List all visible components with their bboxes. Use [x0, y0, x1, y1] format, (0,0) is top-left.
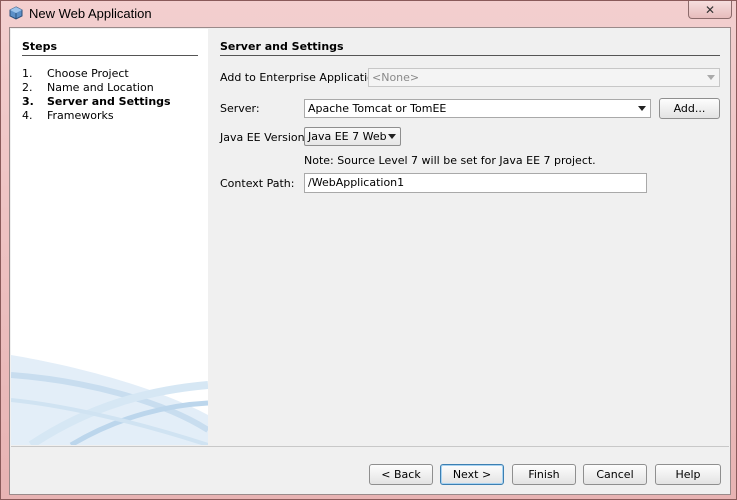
chevron-down-icon: [707, 75, 715, 80]
server-value: Apache Tomcat or TomEE: [308, 102, 447, 115]
step-label: Choose Project: [47, 67, 129, 80]
step-choose-project: 1. Choose Project: [22, 67, 171, 81]
add-server-button[interactable]: Add...: [659, 98, 720, 119]
enterprise-app-select[interactable]: <None>: [368, 68, 720, 87]
chevron-down-icon: [638, 106, 646, 111]
enterprise-app-label: Add to Enterprise Application:: [220, 71, 385, 84]
cancel-button[interactable]: Cancel: [583, 464, 647, 485]
step-label: Name and Location: [47, 81, 154, 94]
javaee-version-select[interactable]: Java EE 7 Web: [304, 127, 401, 146]
title-bar: New Web Application ✕: [1, 1, 737, 25]
panel-heading: Server and Settings: [220, 40, 344, 53]
help-button[interactable]: Help: [655, 464, 721, 485]
source-level-note: Note: Source Level 7 will be set for Jav…: [304, 154, 596, 167]
step-server-and-settings: 3. Server and Settings: [22, 95, 171, 109]
step-number: 2.: [22, 81, 33, 94]
context-path-input[interactable]: /WebApplication1: [304, 173, 647, 193]
next-button[interactable]: Next >: [440, 464, 504, 485]
enterprise-app-value: <None>: [372, 71, 420, 84]
close-button[interactable]: ✕: [688, 1, 732, 19]
chevron-down-icon: [388, 134, 396, 139]
steps-divider: [22, 55, 198, 56]
steps-list: 1. Choose Project 2. Name and Location 3…: [22, 67, 171, 123]
steps-heading: Steps: [22, 40, 58, 53]
close-icon: ✕: [704, 2, 716, 17]
back-button[interactable]: < Back: [369, 464, 433, 485]
dialog-client-area: Steps 1. Choose Project 2. Name and Loca…: [9, 27, 731, 495]
step-number: 1.: [22, 67, 33, 80]
decorative-swoosh: [11, 355, 208, 445]
step-label: Frameworks: [47, 109, 114, 122]
step-number: 4.: [22, 109, 33, 122]
step-name-and-location: 2. Name and Location: [22, 81, 171, 95]
server-label: Server:: [220, 102, 260, 115]
step-number: 3.: [22, 95, 34, 108]
dialog-window: New Web Application ✕ Steps 1. Choose Pr…: [0, 0, 737, 500]
netbeans-cube-icon: [9, 6, 23, 20]
window-title: New Web Application: [29, 5, 152, 21]
context-path-label: Context Path:: [220, 177, 295, 190]
button-bar-divider: [11, 446, 729, 447]
step-frameworks: 4. Frameworks: [22, 109, 171, 123]
steps-panel: Steps 1. Choose Project 2. Name and Loca…: [11, 29, 208, 445]
finish-button[interactable]: Finish: [512, 464, 576, 485]
step-label: Server and Settings: [47, 95, 171, 108]
server-select[interactable]: Apache Tomcat or TomEE: [304, 99, 651, 118]
javaee-version-value: Java EE 7 Web: [308, 130, 387, 143]
settings-panel: Server and Settings Add to Enterprise Ap…: [219, 29, 729, 445]
javaee-version-label: Java EE Version:: [220, 131, 309, 144]
panel-divider: [220, 55, 720, 56]
